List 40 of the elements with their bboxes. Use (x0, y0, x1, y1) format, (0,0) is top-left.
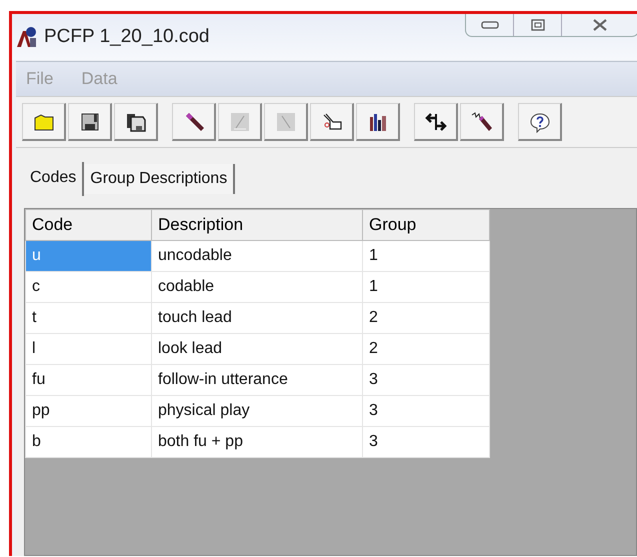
column-header[interactable]: Description (152, 210, 362, 240)
table-cell[interactable]: physical play (152, 396, 362, 426)
column-header[interactable]: Group (362, 210, 490, 240)
table-cell[interactable]: 3 (362, 396, 490, 426)
toolbar-button[interactable] (356, 103, 400, 141)
toolbar-button[interactable] (68, 103, 112, 141)
toolbar-button[interactable] (114, 103, 158, 141)
maximize-icon (530, 19, 544, 31)
minimize-icon (480, 21, 498, 29)
table-cell[interactable]: follow-in utterance (152, 364, 362, 396)
help-icon (528, 110, 550, 132)
table-cell[interactable]: fu (26, 364, 152, 396)
table-cell[interactable]: codable (152, 272, 362, 302)
table-cell[interactable]: 3 (362, 364, 490, 396)
table-cell[interactable]: 3 (362, 426, 490, 458)
wand-icon (470, 110, 492, 132)
toolbar-button[interactable] (460, 103, 504, 141)
window-title: PCFP 1_20_10.cod (44, 26, 210, 48)
table-cell[interactable]: both fu + pp (152, 426, 362, 458)
table-cell[interactable]: touch lead (152, 302, 362, 334)
table-cell[interactable]: c (26, 272, 152, 302)
table-cell[interactable]: look lead (152, 334, 362, 364)
toolbar-button[interactable] (22, 103, 66, 141)
column-header[interactable]: Code (26, 210, 152, 240)
table-cell[interactable]: uncodable (152, 240, 362, 272)
close-icon (592, 19, 608, 31)
table-cell[interactable]: b (26, 426, 152, 458)
tab[interactable]: Group Descriptions (84, 164, 236, 194)
table-cell[interactable]: 1 (362, 272, 490, 302)
toolbar-button[interactable] (172, 103, 216, 141)
toolbar-button[interactable] (310, 103, 354, 141)
toolbar-button[interactable] (414, 103, 458, 141)
table-cell[interactable]: 2 (362, 302, 490, 334)
table-cell[interactable]: 1 (362, 240, 490, 272)
arrows-icon (424, 110, 446, 132)
table-cell[interactable]: t (26, 302, 152, 334)
table-cell[interactable]: 2 (362, 334, 490, 364)
table-cell[interactable]: pp (26, 396, 152, 426)
table-cell[interactable]: l (26, 334, 152, 364)
toolbar-button[interactable] (518, 103, 562, 141)
